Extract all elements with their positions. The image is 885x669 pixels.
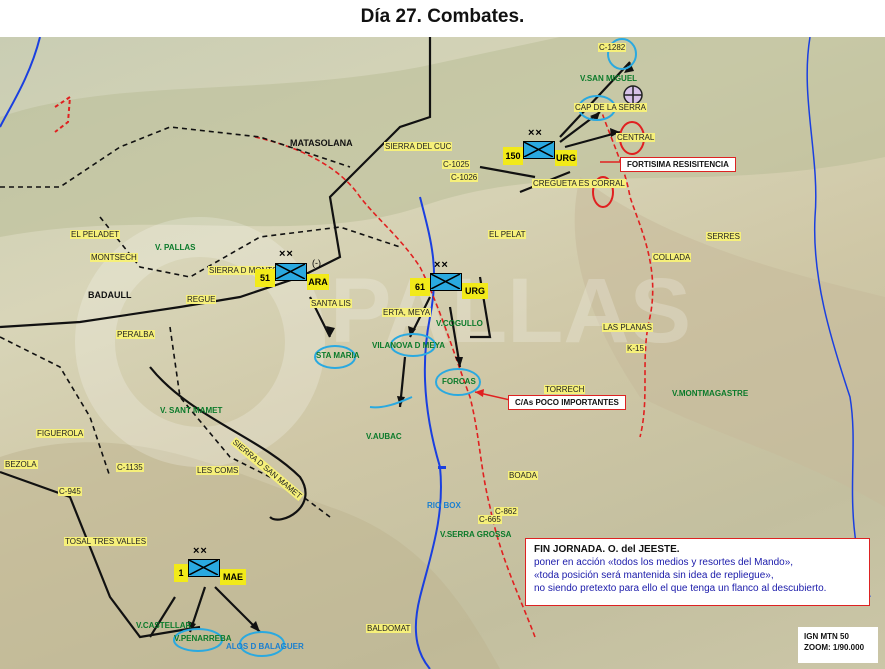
label-badaull: BADAULL [88,290,132,300]
unit-51-number: 51 [255,269,275,287]
label-les-coms: LES COMS [196,466,240,475]
unit-1-number: 1 [174,564,188,582]
label-v-cogullo: V.COGULLO [436,319,483,328]
label-erta-meya: ERTA, MEYA [382,308,432,317]
label-boada: BOADA [508,471,539,480]
label-forcas: FORCAS [442,377,476,386]
unit-150-number: 150 [503,147,523,165]
label-v-castellar: V.CASTELLAR [136,621,192,630]
unit-51-echelon: ×× [279,248,294,260]
label-sta-maria: STA MARIA [316,351,360,360]
label-rio-box: RIO BOX [427,501,461,510]
terrain-ridge-north [0,37,885,237]
terrain-south [0,442,500,669]
label-peralba: PERALBA [116,330,155,339]
label-c-1282: C-1282 [598,43,627,52]
unit-150-name: URG [555,150,577,166]
infantry-unit-icon [188,559,220,577]
unit-150-echelon: ×× [528,127,543,139]
map-source: IGN MTN 50 [804,632,849,641]
unit-61-number: 61 [410,278,430,296]
label-v-pallas: V. PALLAS [155,243,196,252]
label-las-planas: LAS PLANAS [602,323,653,332]
label-v-aubac: V.AUBAC [366,432,402,441]
label-el-pelat: EL PELAT [488,230,527,239]
label-v-sant-mamet: V. SANT MAMET [160,406,223,415]
label-v-penarreba: V.PENARREBA [174,634,232,643]
unit-61-name: URG [462,283,488,299]
order-line-2: «toda posición será mantenida sin idea d… [534,570,774,581]
label-v-serra-grossa: V.SERRA GROSSA [440,530,512,539]
order-line-1: poner en acción «todos los medios y reso… [534,557,794,568]
label-montsech: MONTSECH [90,253,138,262]
label-torrech: TORRECH [544,385,586,394]
label-c-945: C-945 [58,487,82,496]
label-central: CENTRAL [616,133,656,142]
label-c-862: C-862 [494,507,518,516]
label-vilanova-d-meya: VILANOVA D MEYA [372,341,446,350]
label-figuerola: FIGUEROLA [36,429,85,438]
map-title: Día 27. Combates. [360,6,525,27]
unit-61-echelon: ×× [434,259,449,271]
label-regue: REGUE [186,295,217,304]
label-c-1025: C-1025 [442,160,471,169]
label-alos-d-balaguer: ALOS D BALAGUER [226,642,304,651]
order-line-3: no siendo pretexto para ello el que teng… [534,583,827,594]
label-creguetat: CREGUETA ES CORRAL [532,179,626,188]
label-baldomat: BALDOMAT [366,624,412,633]
label-c-1135: C-1135 [116,463,144,472]
label-matasolana: MATASOLANA [290,138,353,148]
infantry-unit-icon [430,273,462,291]
label-c-1026: C-1026 [450,173,479,182]
objective-arc [369,396,413,409]
label-v-san-miguel: V.SAN MIGUEL [580,74,638,83]
label-v-montmagastre: V.MONTMAGASTRE [672,389,749,398]
order-heading: FIN JORNADA. O. del JEESTE. [534,544,680,555]
map-zoom: ZOOM: 1/90.000 [804,643,865,652]
infantry-unit-icon [275,263,307,281]
unit-1-echelon: ×× [193,545,208,557]
map-scale-box: IGN MTN 50 ZOOM: 1/90.000 [798,627,878,663]
infantry-unit-icon [523,141,555,159]
unit-1-name: MAE [220,569,246,585]
unit-51-name: ARA [307,274,329,290]
label-serres: SERRES [706,232,741,241]
label-el-peladet: EL PELADET [70,230,121,239]
label-c-665: C-665 [478,515,502,524]
order-textbox: FIN JORNADA. O. del JEESTE. poner en acc… [525,538,870,606]
map-canvas[interactable]: PALLAS MATASOLANA BADAULL MONTSECH EL PE… [0,37,885,669]
callout-fortisima-resistencia: FORTISIMA RESISITENCIA [620,157,736,172]
label-tosal-tres-valles: TOSAL TRES VALLES [64,537,148,546]
callout-poco-importantes: C/As POCO IMPORTANTES [508,395,626,410]
label-k-15: K-15 [626,344,645,353]
label-cap-de-la-serra: CAP DE LA SERRA [574,103,647,112]
label-collada: COLLADA [652,253,692,262]
label-sierra-del-cuc: SIERRA DEL CUC [384,142,453,151]
unit-marker-blue-b [438,466,446,469]
label-bezola: BEZOLA [4,460,38,469]
label-santa-lis: SANTA LIS [310,299,352,308]
unit-51-modifier: (-) [312,258,321,268]
